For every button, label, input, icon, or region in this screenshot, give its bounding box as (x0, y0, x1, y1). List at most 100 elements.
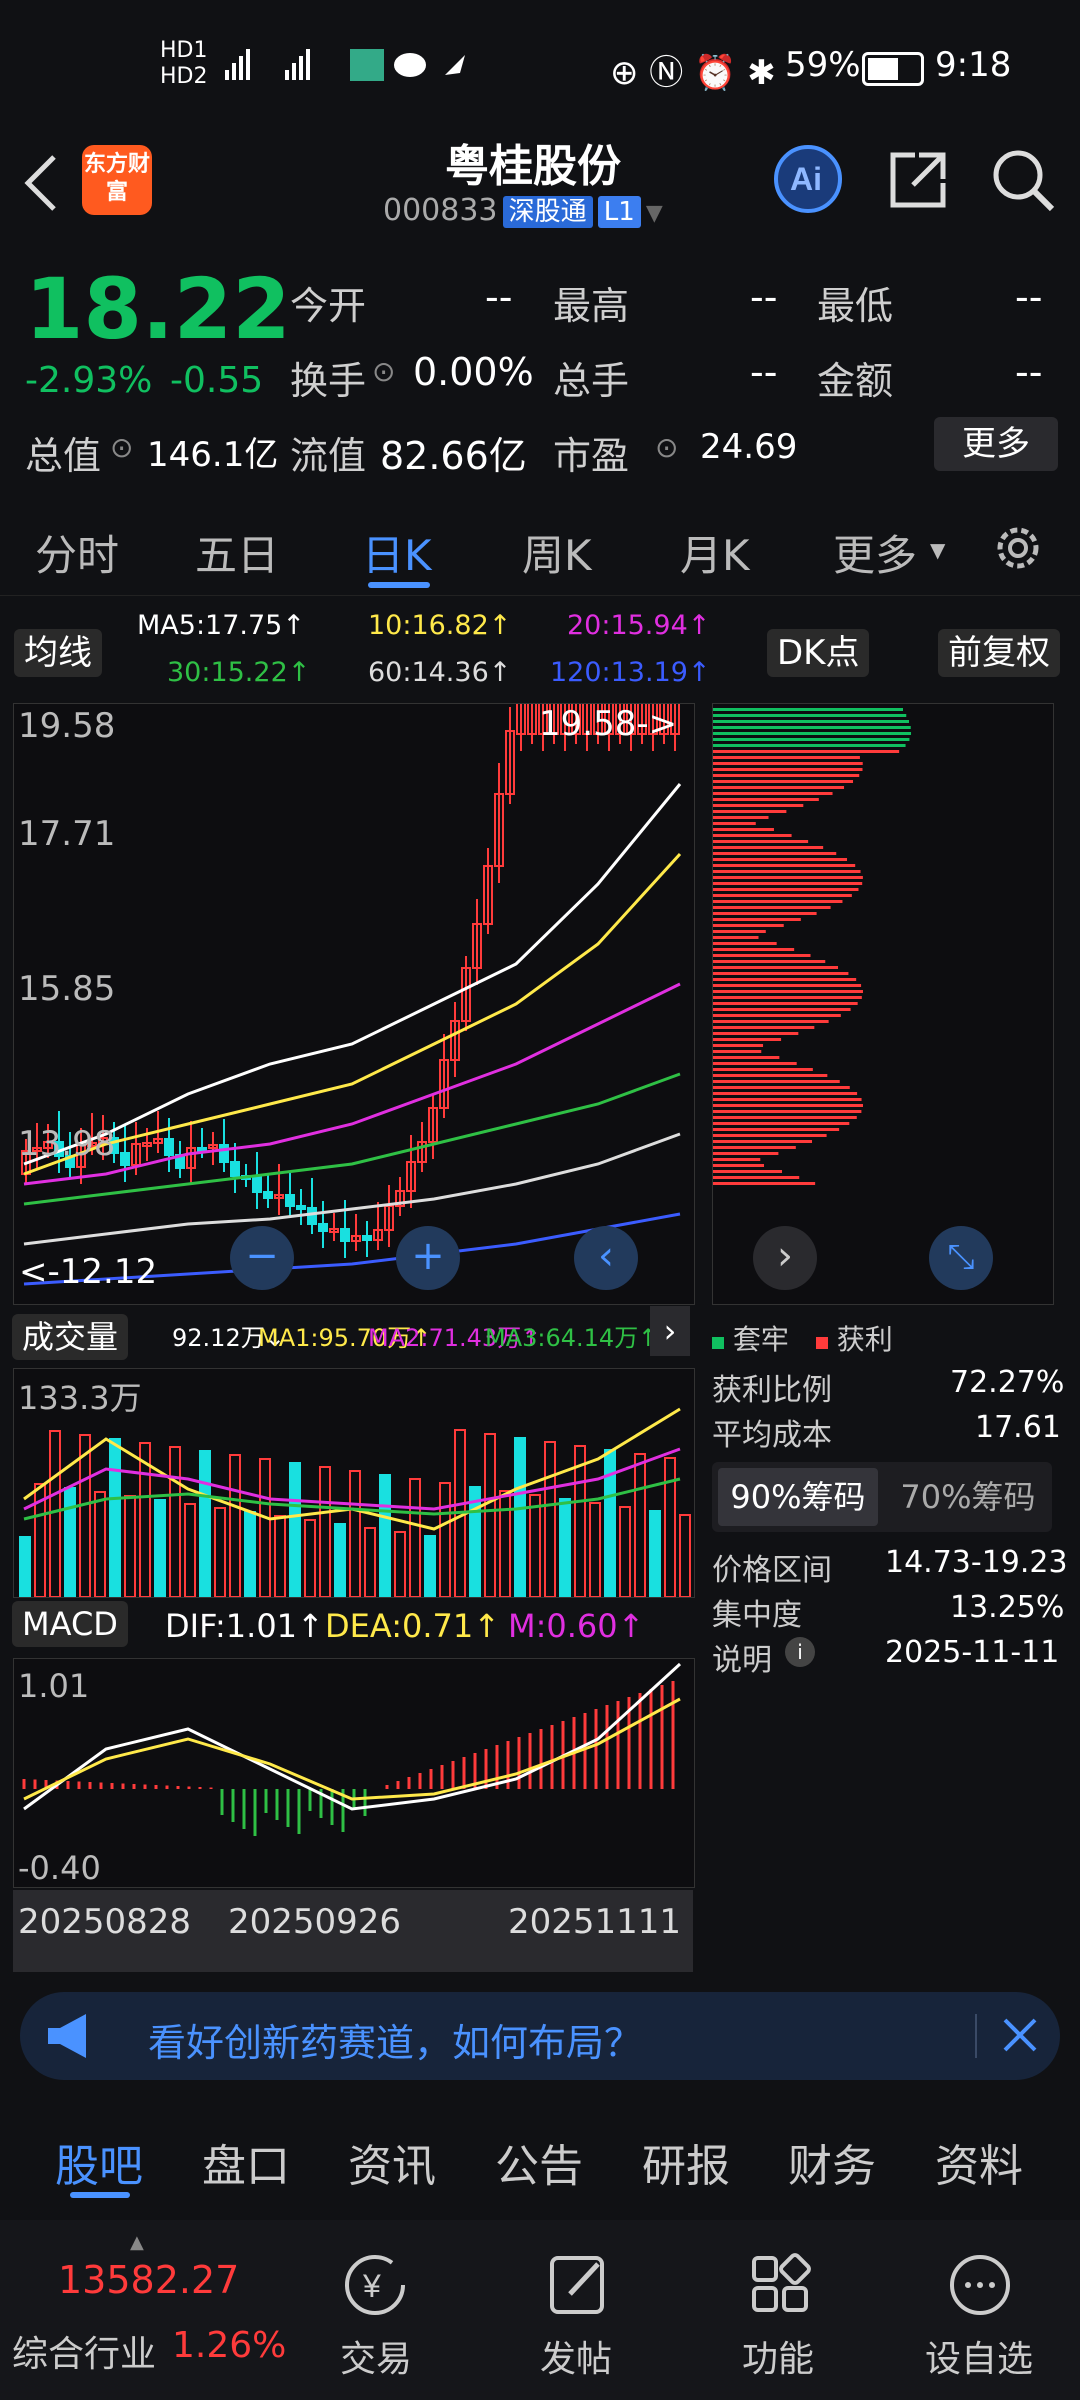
chip-distribution: › ⤡ (712, 703, 1054, 1305)
tab-monthly-k[interactable]: 月K (680, 522, 750, 583)
volume-bar (589, 1502, 601, 1598)
macd-y-max: 1.01 (18, 1667, 90, 1705)
volume-bar (634, 1453, 646, 1598)
volume-bar (544, 1441, 556, 1598)
avg-cost-label: 平均成本 (712, 1418, 832, 1453)
chip-bar (713, 954, 811, 957)
volume-bar (19, 1536, 31, 1598)
tab-pankou[interactable]: 盘口 (202, 2130, 290, 2194)
tab-more[interactable]: 更多 (833, 522, 917, 583)
tab-profile[interactable]: 资料 (935, 2130, 1023, 2194)
info-icon[interactable]: ⊙ (372, 355, 395, 388)
volume-bar (619, 1506, 631, 1598)
ma60-label: 60:14.36↑ (368, 657, 512, 688)
expand-icon[interactable]: ⤡ (929, 1226, 993, 1290)
tab-research[interactable]: 研报 (642, 2130, 730, 2194)
chip-bar (713, 732, 912, 735)
promo-banner[interactable]: 看好创新药赛道，如何布局？ (20, 1992, 1060, 2080)
volume-bar (94, 1491, 106, 1598)
chip-bar (713, 1110, 862, 1113)
macd-selector[interactable]: MACD (12, 1601, 128, 1647)
chip-bar (713, 978, 857, 981)
chip-bar (713, 804, 804, 807)
volume-bar (574, 1445, 586, 1598)
zoom-in-icon[interactable]: + (396, 1226, 460, 1290)
zoom-out-icon[interactable]: − (230, 1226, 294, 1290)
share-icon[interactable] (885, 147, 951, 213)
chip-70-button[interactable]: 70%筹码 (890, 1468, 1046, 1526)
volume-bar (364, 1527, 376, 1598)
chip-bar (713, 774, 860, 777)
svg-text:Ai: Ai (790, 161, 822, 197)
info-icon[interactable]: i (785, 1637, 815, 1667)
date-axis: 20250828 20250926 20251111 (13, 1890, 693, 1972)
volume-bar (199, 1450, 211, 1598)
tab-finance[interactable]: 财务 (788, 2130, 876, 2194)
battery-percent: 59% (785, 45, 861, 85)
volume-selector[interactable]: 成交量 (12, 1312, 129, 1360)
tab-announcement[interactable]: 公告 (495, 2130, 583, 2194)
trade-label[interactable]: 交易 (340, 2330, 412, 2382)
post-label[interactable]: 发帖 (540, 2330, 612, 2382)
stock-code: 000833 (383, 193, 498, 228)
profit-ratio-label: 获利比例 (712, 1373, 832, 1408)
ma10-label: 10:16.82↑ (368, 610, 512, 641)
back-icon[interactable] (22, 153, 62, 213)
info-icon[interactable]: ⊙ (655, 431, 678, 464)
chip-bar (713, 846, 824, 849)
tab-news[interactable]: 资讯 (348, 2130, 436, 2194)
settings-icon[interactable] (990, 520, 1046, 576)
candle-body (307, 1207, 317, 1225)
watchlist-label[interactable]: 设自选 (925, 2330, 1033, 2382)
function-label[interactable]: 功能 (742, 2330, 814, 2382)
tab-weekly-k[interactable]: 周K (522, 522, 592, 583)
ai-icon[interactable]: Ai (772, 143, 844, 215)
chevron-right-icon[interactable]: › (650, 1306, 690, 1356)
min-price-marker: <-12.12 (19, 1252, 158, 1292)
max-price-marker: 19.58-> (539, 704, 678, 744)
tag-level: L1 (597, 196, 641, 228)
volume-bar (349, 1470, 361, 1598)
stock-code-line[interactable]: 000833 深股通 L1 ▼ (383, 191, 663, 228)
chip-90-button[interactable]: 90%筹码 (718, 1468, 878, 1526)
stock-name: 粤桂股份 (445, 141, 621, 192)
more-button[interactable]: 更多 (934, 417, 1058, 471)
close-icon[interactable] (995, 2010, 1045, 2060)
status-bar: HD1 HD2 ⊕ Ⓝ ⏰ ✱ 59% 9:18 (0, 0, 1080, 135)
candle-body (362, 1235, 372, 1241)
tab-guba[interactable]: 股吧 (55, 2130, 143, 2194)
tab-daily-k[interactable]: 日K (362, 522, 432, 583)
adjust-button[interactable]: 前复权 (938, 625, 1060, 677)
index-value[interactable]: 13582.27 (58, 2258, 239, 2302)
amount-label: 金额 (817, 359, 894, 403)
chevron-left-icon[interactable]: ‹ (574, 1226, 638, 1290)
note-label: 说明 (712, 1643, 772, 1678)
chip-bar (713, 726, 911, 729)
turnover-label: 换手 (290, 359, 367, 403)
index-name[interactable]: 综合行业 (12, 2325, 156, 2377)
tab-intraday[interactable]: 分时 (35, 522, 119, 583)
chevron-right-icon[interactable]: › (753, 1226, 817, 1290)
chip-bar (713, 1074, 828, 1077)
chip-bar (713, 786, 845, 789)
watchlist-icon[interactable] (940, 2250, 1020, 2320)
post-icon[interactable] (540, 2250, 620, 2320)
search-icon[interactable] (988, 145, 1058, 215)
candle-body (263, 1191, 273, 1199)
chip-bar (713, 972, 849, 975)
tab-five-day[interactable]: 五日 (195, 522, 279, 583)
candle-body (296, 1205, 306, 1210)
info-icon[interactable]: ⊙ (110, 431, 133, 464)
chip-bar (713, 858, 848, 861)
chip-bar (713, 1152, 779, 1155)
dk-point-button[interactable]: DK点 (767, 625, 870, 677)
ma-selector[interactable]: 均线 (14, 625, 102, 677)
chip-bar (713, 1104, 863, 1107)
function-icon[interactable] (740, 2250, 820, 2320)
concentration-label: 集中度 (712, 1598, 802, 1633)
volume-bar (244, 1511, 256, 1598)
trade-icon[interactable]: ¥ (335, 2250, 415, 2320)
kline-chart[interactable]: 19.58 17.71 15.85 13.98 19.58-> <-12.12 … (13, 564, 695, 1305)
low-value: -- (1015, 275, 1043, 319)
low-label: 最低 (817, 284, 894, 328)
